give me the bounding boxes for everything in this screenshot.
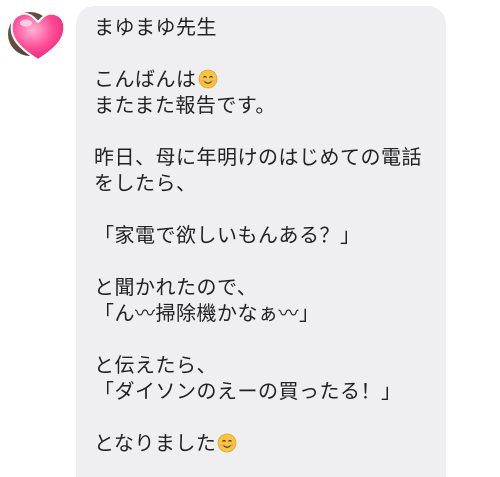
chat-screen: まゆまゆ先生 こんばんは またまた報告です。昨日、母に年明けのはじめての電話 をしたら… [0,0,500,477]
message-line [94,248,434,274]
message-line-text: 「ん〰掃除機かなぁ〰」 [94,301,320,325]
message-line-text: 「ダイソンのえーの買ったる！」 [94,379,402,403]
smiling-face-emoji-icon [198,69,217,89]
message-line [94,40,434,66]
message-line-text: と伝えたら、 [94,353,217,377]
message-line [94,326,434,352]
message-line-text: 「家電で欲しいもんある？」 [94,223,361,247]
smiling-face-emoji-icon [218,433,237,453]
message-line-text: またまた報告です。 [94,93,276,117]
message-line [94,404,434,430]
message-line: またまた報告です。 [94,92,434,118]
message-line-text: と聞かれたので、 [94,275,258,299]
message-text: まゆまゆ先生 こんばんは またまた報告です。昨日、母に年明けのはじめての電話 をしたら… [94,14,434,456]
message-line-text: となりました [94,431,217,455]
message-line: と聞かれたので、 [94,274,434,300]
heart-icon [10,12,66,62]
message-line-text: こんばんは [94,67,197,91]
sender-avatar[interactable] [6,6,66,62]
message-line: をしたら、 [94,170,434,196]
message-line: 昨日、母に年明けのはじめての電話 [94,144,434,170]
message-line: となりました [94,430,434,456]
message-line-text: まゆまゆ先生 [94,15,217,39]
message-line [94,118,434,144]
message-line [94,196,434,222]
message-line: 「家電で欲しいもんある？」 [94,222,434,248]
message-line-text: 昨日、母に年明けのはじめての電話 [94,145,422,169]
message-line: まゆまゆ先生 [94,14,434,40]
message-line: と伝えたら、 [94,352,434,378]
message-line-text: をしたら、 [94,171,197,195]
message-bubble[interactable]: まゆまゆ先生 こんばんは またまた報告です。昨日、母に年明けのはじめての電話 をしたら… [76,6,446,477]
message-line: 「ん〰掃除機かなぁ〰」 [94,300,434,326]
message-line: 「ダイソンのえーの買ったる！」 [94,378,434,404]
message-line: こんばんは [94,66,434,92]
